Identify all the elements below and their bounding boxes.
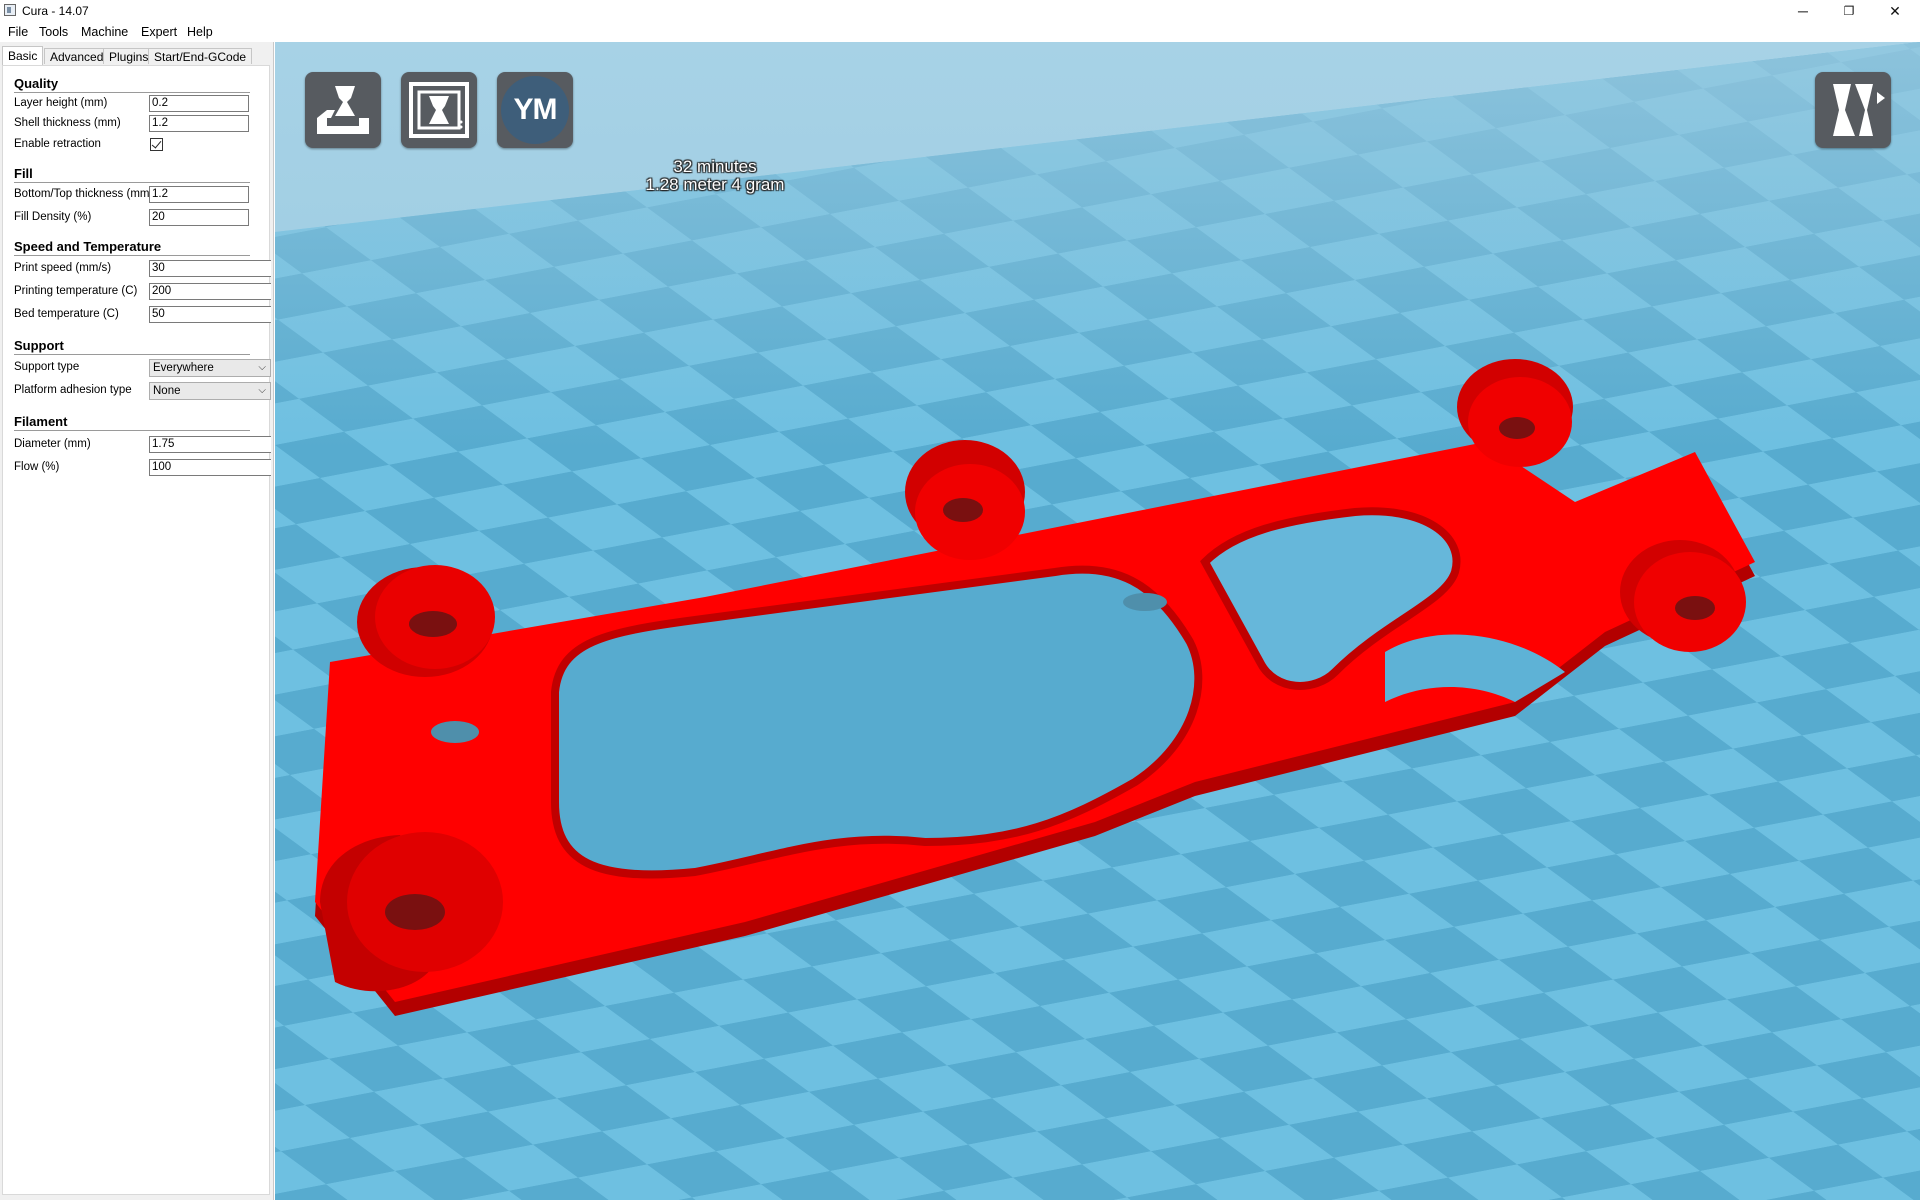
basic-tab-page: Quality Layer height (mm) 0.2 Shell thic… — [2, 65, 271, 1195]
chevron-down-icon: ⌵ — [258, 362, 266, 373]
title-bar: Cura - 14.07 ─ ❐ ✕ — [0, 0, 1920, 22]
tab-basic[interactable]: Basic — [2, 46, 44, 66]
print-speed-label: Print speed (mm/s) — [14, 262, 112, 274]
bed-temperature-input[interactable]: 50 — [149, 306, 271, 323]
section-divider — [14, 92, 250, 93]
support-section-title: Support — [14, 338, 64, 353]
tab-advanced[interactable]: Advanced — [44, 48, 110, 64]
support-type-select[interactable]: Everywhere ⌵ — [149, 359, 271, 377]
print-time: 32 minutes — [673, 157, 757, 176]
section-divider — [14, 430, 250, 431]
bottom-top-thickness-input[interactable]: 1.2 — [149, 186, 249, 203]
quality-section-title: Quality — [14, 76, 59, 91]
settings-tabs: Basic Advanced Plugins Start/End-GCode — [0, 46, 274, 66]
fill-section-title: Fill — [14, 166, 33, 181]
section-divider — [14, 182, 250, 183]
print-speed-input[interactable]: 30 — [149, 260, 271, 277]
load-model-button[interactable] — [305, 72, 381, 148]
printing-temperature-input[interactable]: 200 — [149, 283, 271, 300]
section-divider — [14, 255, 250, 256]
print-to-file-icon — [409, 82, 469, 138]
flow-label: Flow (%) — [14, 461, 60, 473]
settings-panel: Basic Advanced Plugins Start/End-GCode Q… — [0, 42, 274, 1200]
print-to-file-button[interactable] — [401, 72, 477, 148]
youmagine-button[interactable]: YM — [497, 72, 573, 148]
bottom-top-thickness-label: Bottom/Top thickness (mm) — [14, 188, 154, 200]
menu-expert[interactable]: Expert — [141, 25, 177, 39]
diameter-label: Diameter (mm) — [14, 438, 91, 450]
layer-height-label: Layer height (mm) — [14, 97, 108, 109]
speed-temperature-section-title: Speed and Temperature — [14, 239, 162, 254]
print-estimate: 32 minutes 1.28 meter 4 gram — [580, 158, 850, 194]
printing-temperature-label: Printing temperature (C) — [14, 285, 138, 297]
minimize-button[interactable]: ─ — [1780, 0, 1826, 22]
menu-tools[interactable]: Tools — [39, 25, 68, 39]
support-type-value: Everywhere — [153, 362, 214, 374]
mount-hole — [431, 721, 479, 743]
section-divider — [14, 354, 250, 355]
fill-density-input[interactable]: 20 — [149, 209, 249, 226]
menu-file[interactable]: File — [8, 25, 28, 39]
menu-bar: File Tools Machine Expert Help — [0, 22, 1920, 42]
view-mode-button[interactable] — [1815, 72, 1891, 148]
enable-retraction-checkbox[interactable] — [150, 138, 163, 151]
flow-input[interactable]: 100 — [149, 459, 271, 476]
shell-thickness-label: Shell thickness (mm) — [14, 117, 121, 129]
bed-temperature-label: Bed temperature (C) — [14, 308, 119, 320]
view-mode-icon — [1833, 84, 1885, 136]
menu-help[interactable]: Help — [187, 25, 213, 39]
load-model-icon — [317, 86, 369, 134]
close-button[interactable]: ✕ — [1872, 0, 1918, 22]
restore-button[interactable]: ❐ — [1826, 0, 1872, 22]
youmagine-icon: YM — [501, 76, 569, 144]
layer-height-input[interactable]: 0.2 — [149, 95, 249, 112]
mount-hole — [1123, 593, 1167, 611]
shell-thickness-input[interactable]: 1.2 — [149, 115, 249, 132]
fill-density-label: Fill Density (%) — [14, 211, 92, 223]
app-icon — [4, 4, 16, 16]
platform-adhesion-value: None — [153, 385, 181, 397]
diameter-input[interactable]: 1.75 — [149, 436, 271, 453]
platform-adhesion-label: Platform adhesion type — [14, 384, 132, 396]
platform-adhesion-select[interactable]: None ⌵ — [149, 382, 271, 400]
menu-machine[interactable]: Machine — [81, 25, 128, 39]
tab-plugins[interactable]: Plugins — [103, 48, 155, 64]
enable-retraction-label: Enable retraction — [14, 138, 101, 150]
3d-viewport[interactable]: YM 32 minutes 1.28 meter 4 gram — [275, 42, 1920, 1200]
support-type-label: Support type — [14, 361, 80, 373]
window-title: Cura - 14.07 — [22, 4, 89, 18]
print-material: 1.28 meter 4 gram — [645, 175, 785, 194]
chevron-down-icon: ⌵ — [258, 385, 266, 396]
filament-section-title: Filament — [14, 414, 68, 429]
tab-start-end-gcode[interactable]: Start/End-GCode — [148, 48, 253, 64]
build-plate-scene[interactable] — [275, 42, 1920, 1200]
